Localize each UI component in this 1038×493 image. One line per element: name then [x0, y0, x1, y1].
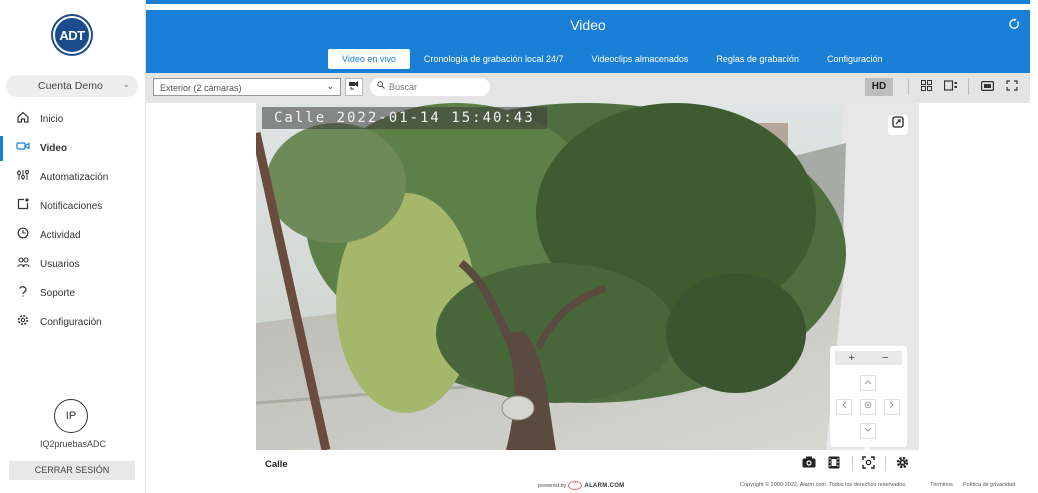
tab-video-en-vivo[interactable]: Video en vivo — [328, 49, 410, 69]
hd-toggle-button[interactable]: HD — [865, 78, 893, 96]
ptz-panel-caret — [863, 446, 871, 450]
sidebar-nav: Inicio Video Automatización Notificacion… — [0, 105, 146, 337]
zoom-in-button[interactable]: + — [835, 351, 869, 365]
tab-bar: Video en vivo Cronología de grabación lo… — [328, 49, 897, 69]
crosshair-icon — [864, 401, 872, 409]
header: Video Video en vivo Cronología de grabac… — [146, 10, 1030, 73]
sidebar-item-usuarios[interactable]: Usuarios — [0, 250, 146, 279]
control-divider — [852, 456, 853, 471]
camera-filter-button[interactable] — [345, 78, 363, 96]
logout-button[interactable]: CERRAR SESIÓN — [9, 461, 135, 480]
camera-group-label: Exterior (2 cámaras) — [160, 83, 242, 93]
copyright-text: Copyright © 2000-2022, Alarm.com. Todos … — [740, 482, 907, 488]
tab-configuracion[interactable]: Configuración — [813, 49, 897, 69]
sidebar-item-inicio[interactable]: Inicio — [0, 105, 146, 134]
video-timestamp: Calle 2022-01-14 15:40:43 — [262, 107, 547, 129]
account-label: Cuenta Demo — [38, 80, 103, 92]
toolbar-divider — [968, 79, 969, 95]
sidebar-item-notificaciones[interactable]: Notificaciones — [0, 192, 146, 221]
tab-cronologia[interactable]: Cronología de grabación local 24/7 — [410, 49, 578, 69]
sidebar-item-actividad[interactable]: Actividad — [0, 221, 146, 250]
logo-text: ADT — [59, 28, 85, 43]
zoom-controls: + − — [835, 351, 902, 365]
search-input[interactable] — [389, 80, 484, 94]
sidebar-item-label: Soporte — [40, 288, 76, 299]
tab-reglas[interactable]: Reglas de grabación — [702, 49, 813, 69]
camera-name: Calle — [265, 459, 288, 470]
alarm-logo-icon: ^ — [568, 481, 583, 490]
chevron-right-icon — [889, 401, 894, 409]
sidebar-item-label: Automatización — [40, 172, 109, 183]
sidebar-item-label: Inicio — [40, 114, 64, 125]
sidebar-layout-icon[interactable] — [943, 78, 959, 96]
top-accent-strip — [0, 0, 1038, 4]
support-icon — [16, 285, 30, 299]
sidebar-item-soporte[interactable]: Soporte — [0, 279, 146, 308]
footer: powered by ^ ALARM.COM Copyright © 2000-… — [146, 478, 1030, 493]
sidebar-item-label: Actividad — [40, 230, 81, 241]
gear-icon[interactable] — [894, 456, 910, 472]
terms-link[interactable]: Términos — [930, 482, 953, 488]
pan-center-button[interactable] — [860, 399, 876, 415]
sidebar-item-video[interactable]: Video — [0, 134, 146, 163]
search-box — [370, 78, 490, 96]
sliders-icon — [16, 169, 30, 183]
page-title: Video — [570, 17, 606, 33]
sidebar-item-configuracion[interactable]: Configuración — [0, 308, 146, 337]
clock-icon — [16, 227, 30, 241]
single-view-icon[interactable] — [979, 78, 995, 96]
record-clip-icon[interactable] — [826, 456, 842, 472]
chevron-down-icon: ⌄ — [326, 81, 334, 91]
refresh-icon[interactable] — [1008, 18, 1020, 33]
expand-icon[interactable] — [888, 115, 908, 135]
snapshot-camera-icon[interactable] — [801, 456, 817, 472]
right-gutter — [1030, 0, 1038, 493]
tab-videoclips[interactable]: Videoclips almacenados — [577, 49, 702, 69]
camera-filter-icon — [349, 81, 358, 90]
notification-icon — [16, 198, 30, 212]
live-video-feed[interactable]: Calle 2022-01-14 15:40:43 + − — [256, 103, 919, 450]
pan-right-button[interactable] — [884, 399, 900, 415]
sidebar-item-label: Configuración — [40, 317, 102, 328]
video-control-bar: Calle — [256, 446, 919, 478]
search-icon — [377, 81, 385, 91]
users-icon — [16, 256, 30, 270]
video-frame-image — [256, 103, 919, 450]
fullscreen-icon[interactable] — [1004, 78, 1020, 96]
video-camera-icon — [16, 140, 30, 154]
chevron-up-icon — [864, 380, 872, 385]
sidebar-item-label: Notificaciones — [40, 201, 103, 212]
user-name: IQ2pruebasADC — [39, 439, 107, 449]
gear-icon — [16, 314, 30, 328]
zoom-out-button[interactable]: − — [869, 351, 903, 365]
alarm-brand: ALARM.COM — [584, 482, 625, 489]
pan-up-button[interactable] — [860, 375, 876, 391]
sidebar-item-label: Usuarios — [40, 259, 80, 270]
powered-by: powered by ^ ALARM.COM — [538, 481, 624, 490]
adt-logo[interactable]: ADT — [53, 16, 91, 54]
home-icon — [16, 111, 30, 125]
video-toolbar: Exterior (2 cámaras) ⌄ HD — [146, 73, 1030, 103]
sidebar: ADT Cuenta Demo ⌄ Inicio Video Automatiz… — [0, 0, 146, 493]
pan-down-button[interactable] — [860, 423, 876, 439]
privacy-link[interactable]: Política de privacidad — [963, 482, 1015, 488]
pan-left-button[interactable] — [836, 399, 852, 415]
sidebar-item-automatizacion[interactable]: Automatización — [0, 163, 146, 192]
camera-group-select[interactable]: Exterior (2 cámaras) ⌄ — [153, 78, 341, 96]
chevron-down-icon — [864, 427, 872, 432]
sidebar-item-label: Video — [40, 143, 68, 154]
avatar[interactable]: IP — [54, 399, 88, 433]
ptz-target-icon[interactable] — [860, 456, 876, 472]
powered-by-text: powered by — [538, 482, 567, 489]
control-divider — [885, 456, 886, 471]
grid-view-icon[interactable] — [918, 78, 934, 96]
chevron-left-icon — [842, 401, 847, 409]
toolbar-divider — [908, 79, 909, 95]
chevron-down-icon: ⌄ — [122, 79, 130, 89]
account-select[interactable]: Cuenta Demo ⌄ — [6, 75, 138, 97]
ptz-control-panel: + − — [830, 346, 907, 447]
